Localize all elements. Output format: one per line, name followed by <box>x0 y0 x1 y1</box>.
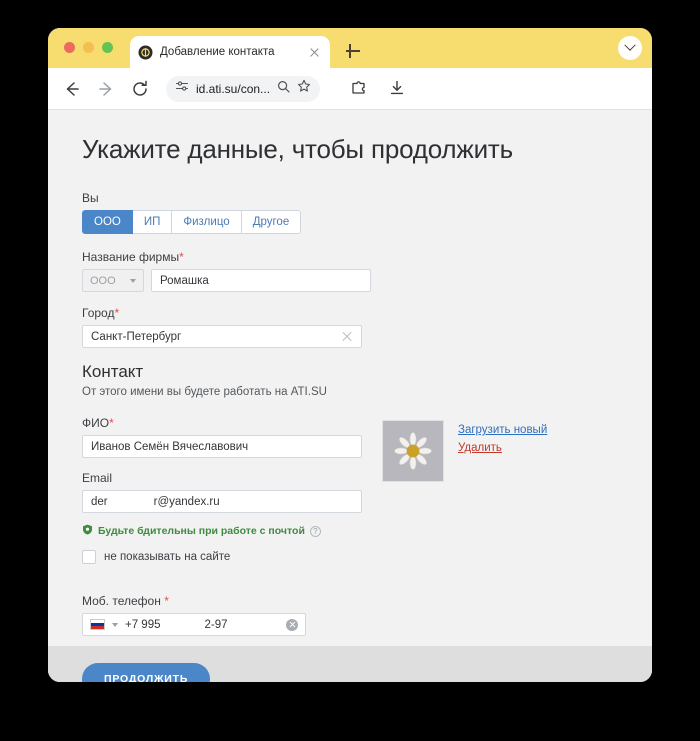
entity-type-segmented-control: ООО ИП Физлицо Другое <box>82 210 302 234</box>
email-value-suffix: r@yandex.ru <box>153 495 220 508</box>
fio-input[interactable]: Иванов Семён Вячеславович <box>82 435 362 458</box>
required-marker: * <box>179 250 184 264</box>
phone-input[interactable]: +7 995 2-97 <box>82 613 306 636</box>
delete-avatar-link[interactable]: Удалить <box>458 442 547 454</box>
submit-panel: ПРОДОЛЖИТЬ <box>48 646 652 682</box>
country-flag-icon[interactable] <box>90 619 105 630</box>
avatar[interactable] <box>382 420 444 482</box>
forward-button[interactable] <box>96 79 116 99</box>
tune-icon[interactable] <box>175 79 189 98</box>
required-marker: * <box>109 416 114 430</box>
close-icon[interactable] <box>307 45 322 60</box>
contact-grid: ФИО* Иванов Семён Вячеславович Email der… <box>82 416 618 586</box>
phone-prefix: +7 995 <box>125 618 161 631</box>
shield-icon <box>82 522 93 540</box>
email-warning: Будьте бдительны при работе с почтой ? <box>82 522 364 540</box>
city-row: Санкт-Петербург <box>82 325 618 348</box>
email-input[interactable]: der r@yandex.ru <box>82 490 362 513</box>
help-icon[interactable]: ? <box>309 525 321 537</box>
fio-value: Иванов Семён Вячеславович <box>91 440 249 453</box>
firm-name-input[interactable]: Ромашка <box>151 269 371 292</box>
contact-section-title: Контакт <box>82 362 144 381</box>
firm-name-row: ООО Ромашка <box>82 269 618 292</box>
url-text: id.ati.su/con... <box>196 81 271 96</box>
puzzle-icon[interactable] <box>350 79 370 99</box>
firm-name-label-text: Название фирмы <box>82 250 180 264</box>
tab-list-button[interactable] <box>618 36 642 60</box>
contact-fields: ФИО* Иванов Семён Вячеславович Email der… <box>82 416 364 586</box>
hide-on-site-row[interactable]: не показывать на сайте <box>82 550 364 564</box>
email-label: Email <box>82 471 113 485</box>
firm-type-select[interactable]: ООО <box>82 269 144 292</box>
maximize-window-button[interactable] <box>102 42 113 53</box>
segment-drugoe[interactable]: Другое <box>241 210 302 234</box>
page-title: Укажите данные, чтобы продолжить <box>82 134 513 164</box>
address-bar[interactable]: id.ati.su/con... <box>166 75 321 102</box>
chevron-down-icon <box>624 39 636 51</box>
city-label-text: Город <box>82 306 115 320</box>
firm-name-label: Название фирмы* <box>82 250 618 264</box>
screenshot-root: Добавление контакта id.ati.su/con... Ука… <box>0 0 700 741</box>
required-marker: * <box>164 594 169 608</box>
segment-ooo[interactable]: ООО <box>82 210 133 234</box>
page-viewport: Укажите данные, чтобы продолжить Вы ООО … <box>48 110 652 682</box>
new-tab-button[interactable] <box>343 41 363 61</box>
ati-logo-icon <box>138 45 153 60</box>
firm-type-value: ООО <box>90 274 116 287</box>
city-label: Город* <box>82 306 618 320</box>
window-controls <box>64 42 113 53</box>
email-warning-text: Будьте бдительны при работе с почтой <box>98 525 305 537</box>
clear-icon[interactable] <box>286 618 298 631</box>
chevron-down-icon[interactable] <box>112 622 118 627</box>
search-icon[interactable] <box>277 80 290 98</box>
clear-icon[interactable] <box>341 331 353 343</box>
fio-label-text: ФИО <box>82 416 110 430</box>
phone-label-text: Моб. телефон <box>82 594 161 608</box>
download-icon[interactable] <box>388 79 408 99</box>
segment-ip[interactable]: ИП <box>132 210 173 234</box>
city-input[interactable]: Санкт-Петербург <box>82 325 362 348</box>
browser-window: Добавление контакта id.ati.su/con... Ука… <box>48 28 652 682</box>
daisy-icon <box>394 432 432 470</box>
email-value-prefix: der <box>91 495 108 508</box>
required-marker: * <box>114 306 120 320</box>
city-value: Санкт-Петербург <box>91 330 182 343</box>
fio-label: ФИО* <box>82 416 364 430</box>
contact-section-subtitle: От этого имени вы будете работать на ATI… <box>82 386 327 398</box>
tab-strip: Добавление контакта <box>48 28 652 68</box>
avatar-block: Загрузить новый Удалить <box>382 416 547 482</box>
form-page: Укажите данные, чтобы продолжить Вы ООО … <box>48 110 652 682</box>
reload-button[interactable] <box>130 79 150 99</box>
back-button[interactable] <box>62 79 82 99</box>
avatar-actions: Загрузить новый Удалить <box>458 424 547 482</box>
toolbar-right-actions <box>350 79 408 99</box>
entity-type-label: Вы <box>82 191 99 205</box>
phone-suffix: 2-97 <box>204 618 228 631</box>
submit-button[interactable]: ПРОДОЛЖИТЬ <box>82 663 211 682</box>
star-icon[interactable] <box>297 79 311 98</box>
browser-tab[interactable]: Добавление контакта <box>130 36 330 68</box>
chevron-down-icon <box>130 278 136 283</box>
close-window-button[interactable] <box>64 42 75 53</box>
hide-on-site-checkbox[interactable] <box>82 550 96 564</box>
tab-title: Добавление контакта <box>160 46 275 58</box>
firm-name-value: Ромашка <box>160 274 209 287</box>
browser-toolbar: id.ati.su/con... <box>48 68 652 110</box>
hide-on-site-label: не показывать на сайте <box>104 551 231 563</box>
minimize-window-button[interactable] <box>83 42 94 53</box>
upload-avatar-link[interactable]: Загрузить новый <box>458 424 547 436</box>
segment-fizlico[interactable]: Физлицо <box>172 210 242 234</box>
phone-label: Моб. телефон * <box>82 594 618 608</box>
